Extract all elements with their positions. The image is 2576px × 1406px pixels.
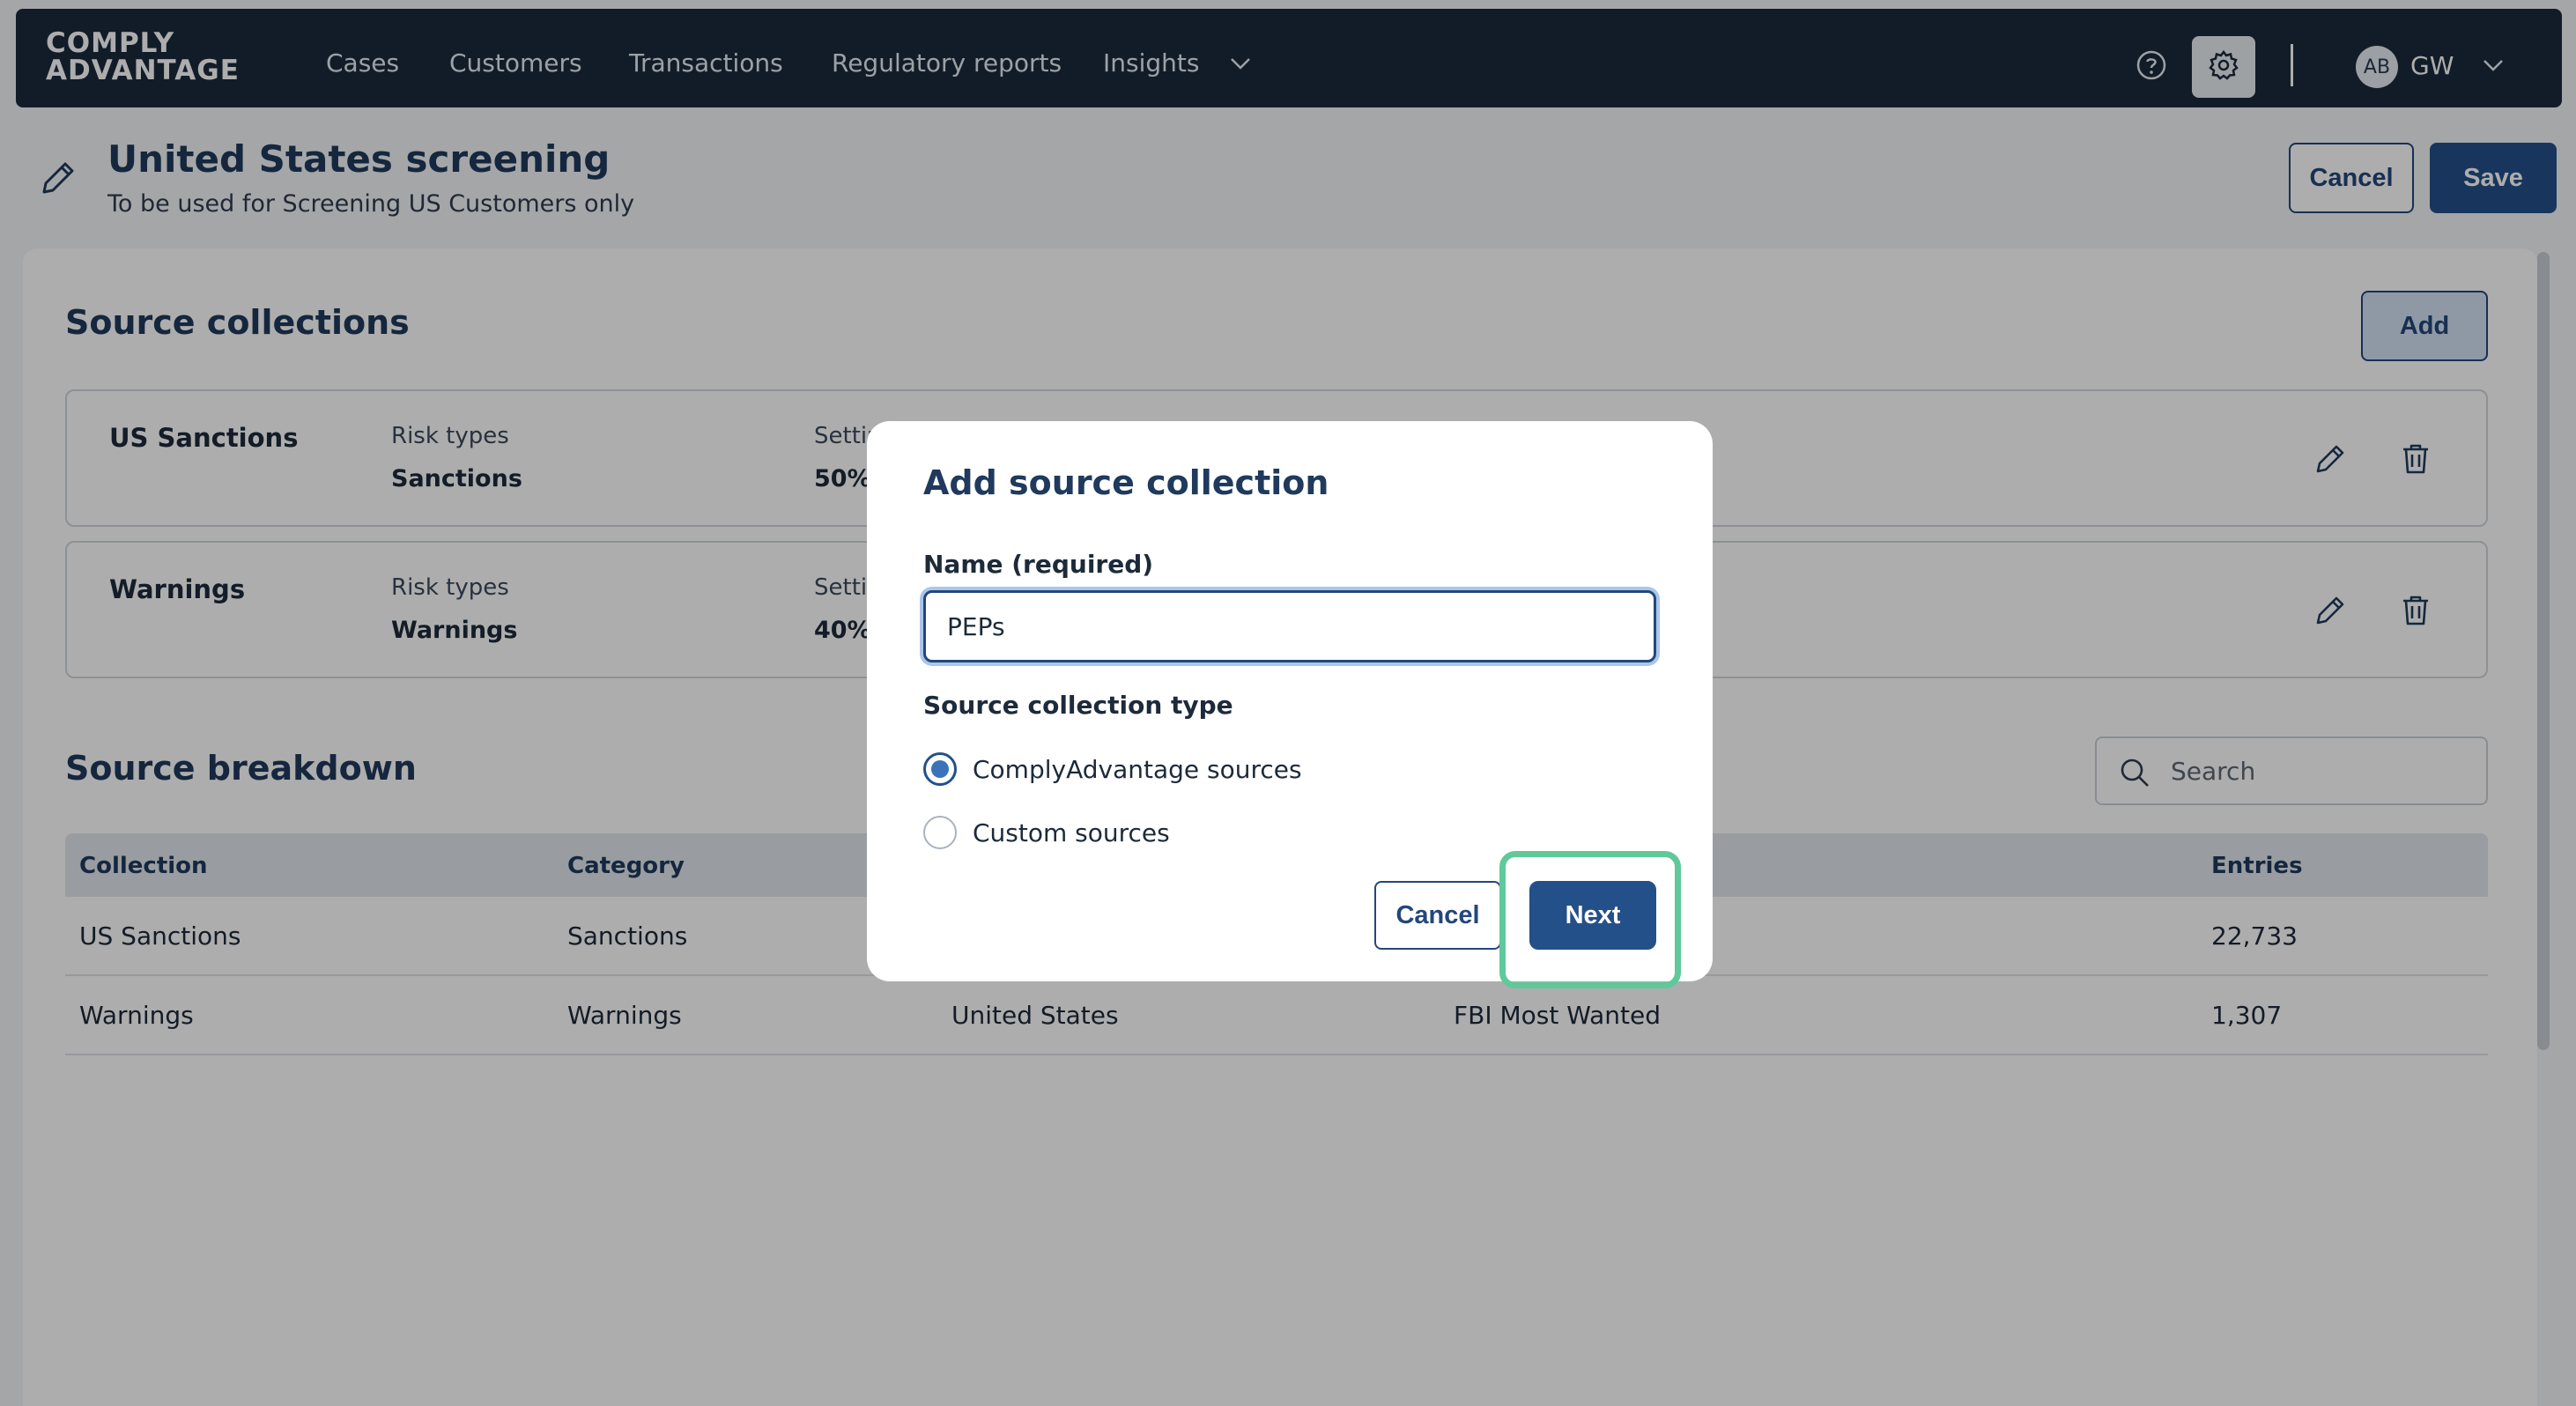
dialog-cancel-button[interactable]: Cancel (1374, 881, 1501, 950)
name-input[interactable] (923, 590, 1656, 662)
radio-button[interactable] (923, 816, 957, 849)
radio-label: ComplyAdvantage sources (973, 754, 1302, 784)
radio-button-checked[interactable] (923, 752, 957, 786)
collection-type-label: Source collection type (923, 691, 1233, 720)
radio-option-complyadvantage[interactable]: ComplyAdvantage sources (923, 752, 1302, 786)
radio-option-custom[interactable]: Custom sources (923, 816, 1170, 849)
radio-label: Custom sources (973, 818, 1170, 847)
name-field-label: Name (required) (923, 550, 1154, 579)
dialog-title: Add source collection (923, 463, 1329, 502)
next-button-highlight (1499, 851, 1681, 988)
